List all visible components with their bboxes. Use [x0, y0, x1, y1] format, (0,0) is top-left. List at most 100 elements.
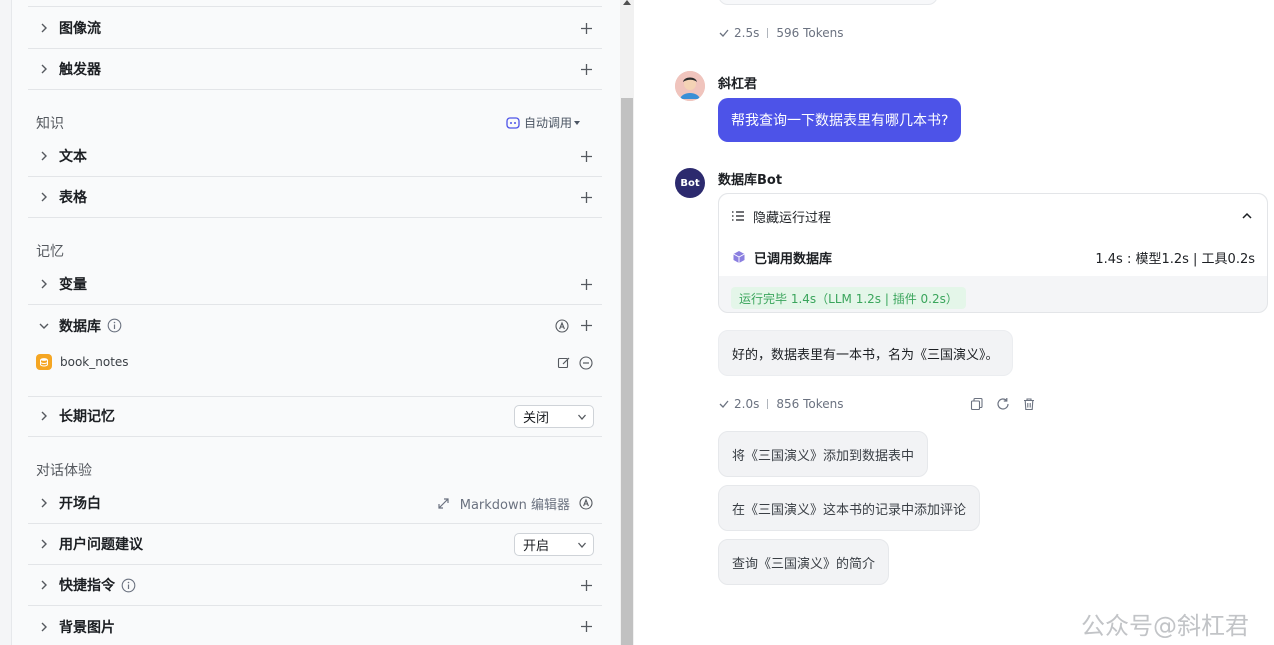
database-icon [36, 354, 52, 370]
auto-call-label: 自动调用 [523, 116, 572, 130]
refresh-icon[interactable] [996, 397, 1010, 411]
left-gutter [0, 0, 12, 645]
auto-mode-icon[interactable] [554, 318, 570, 334]
chevron-right-icon [36, 148, 52, 164]
previous-message-bubble [718, 0, 938, 5]
plus-icon[interactable] [578, 20, 594, 36]
row-background-image[interactable]: 背景图片 [28, 606, 602, 645]
chevron-right-icon [36, 20, 52, 36]
scrollbar-thumb[interactable] [621, 98, 633, 645]
bot-avatar[interactable]: Bot [675, 168, 705, 198]
chevron-right-icon [36, 536, 52, 552]
database-call-timing: 1.4s : 模型1.2s | 工具0.2s [1095, 251, 1255, 267]
bot-reply-meta: 2.0s 856 Tokens [718, 397, 843, 411]
row-database[interactable]: 数据库 [28, 305, 602, 346]
response-time: 2.0s [734, 397, 760, 411]
select-value: 开启 [523, 538, 550, 554]
run-process-toggle[interactable]: 隐藏运行过程 [719, 194, 1267, 238]
database-call-label: 已调用数据库 [754, 251, 833, 267]
token-count: 856 Tokens [776, 397, 844, 411]
row-label: 快捷指令 [59, 578, 115, 594]
suggestion-chip[interactable]: 查询《三国演义》的简介 [718, 539, 890, 585]
database-item-name: book_notes [60, 355, 129, 369]
chevron-right-icon [36, 495, 52, 511]
expand-icon [438, 497, 449, 509]
plus-icon[interactable] [578, 189, 594, 205]
token-count: 596 Tokens [776, 26, 844, 40]
auto-call-dropdown[interactable]: 自动调用 [506, 114, 580, 131]
row-label: 用户问题建议 [59, 537, 143, 553]
plus-icon[interactable] [578, 148, 594, 164]
row-label: 表格 [59, 190, 87, 206]
row-trigger[interactable]: 触发器 [28, 49, 602, 90]
scroll-up-arrow-icon[interactable] [623, 0, 631, 5]
plus-icon[interactable] [578, 577, 594, 593]
row-variable[interactable]: 变量 [28, 264, 602, 305]
bot-name: 数据库Bot [718, 173, 783, 188]
row-shortcut[interactable]: 快捷指令 [28, 565, 602, 606]
caret-down-icon [574, 120, 580, 125]
user-question-suggestion-select[interactable]: 开启 [514, 532, 594, 556]
user-avatar[interactable] [675, 71, 705, 101]
auto-mode-icon[interactable] [578, 495, 594, 511]
select-value: 关闭 [523, 410, 550, 426]
bot-reply-bubble: 好的，数据表里有一本书，名为《三国演义》。 [718, 330, 1013, 376]
chevron-down-icon [578, 414, 586, 420]
copy-icon[interactable] [970, 397, 984, 411]
plus-icon[interactable] [578, 276, 594, 292]
section-dialog-experience: 对话体验 [36, 463, 92, 479]
database-call-row[interactable]: 已调用数据库 1.4s : 模型1.2s | 工具0.2s [719, 238, 1267, 276]
row-long-term-memory[interactable]: 长期记忆 关闭 [28, 396, 602, 437]
trash-icon[interactable] [1022, 397, 1036, 411]
run-process-card: 隐藏运行过程 已调用数据库 1.4s : 模型1.2s | 工具0.2s 运行完… [718, 193, 1268, 313]
check-icon [719, 400, 729, 408]
chevron-right-icon [36, 61, 52, 77]
section-memory: 记忆 [36, 244, 64, 260]
row-label: 触发器 [59, 62, 101, 78]
row-image-flow[interactable]: 图像流 [28, 8, 602, 49]
info-icon[interactable] [107, 318, 122, 333]
row-table[interactable]: 表格 [28, 177, 602, 218]
bot-avatar-text: Bot [680, 177, 700, 189]
meta-separator [767, 399, 769, 409]
user-message-bubble: 帮我查询一下数据表里有哪几本书? [718, 98, 962, 142]
section-knowledge: 知识 [36, 116, 64, 132]
watermark: 公众号@斜杠君 [1081, 612, 1249, 640]
run-process-toggle-label: 隐藏运行过程 [753, 210, 832, 226]
chevron-down-icon [578, 542, 586, 548]
chevron-right-icon [36, 189, 52, 205]
run-complete-badge: 运行完毕 1.4s（LLM 1.2s | 插件 0.2s） [731, 287, 966, 309]
remove-icon[interactable] [578, 355, 594, 371]
row-label: 背景图片 [59, 619, 115, 636]
response-time: 2.5s [734, 26, 760, 40]
user-name: 斜杠君 [718, 77, 758, 92]
long-term-memory-select[interactable]: 关闭 [514, 404, 594, 428]
database-item-row[interactable]: book_notes [28, 345, 602, 397]
chevron-right-icon [36, 619, 52, 635]
row-user-question-suggestion[interactable]: 用户问题建议 开启 [28, 524, 602, 565]
info-icon[interactable] [121, 578, 136, 593]
chevron-right-icon [36, 408, 52, 424]
check-icon [719, 29, 729, 37]
suggestion-chip[interactable]: 在《三国演义》这本书的记录中添加评论 [718, 485, 981, 531]
suggestion-chip[interactable]: 将《三国演义》添加到数据表中 [718, 431, 929, 477]
row-label: 文本 [59, 149, 87, 165]
plus-icon[interactable] [578, 318, 594, 334]
row-text[interactable]: 文本 [28, 136, 602, 177]
row-opening[interactable]: 开场白 Markdown 编辑器 [28, 483, 602, 524]
row-label: 开场白 [59, 496, 101, 512]
plus-icon[interactable] [578, 61, 594, 77]
auto-icon [506, 116, 520, 129]
edit-icon[interactable] [556, 355, 572, 371]
list-icon [732, 211, 744, 221]
row-label: 变量 [59, 277, 87, 293]
previous-message-meta: 2.5s 596 Tokens [718, 26, 843, 40]
prev-row [28, 0, 602, 7]
cube-icon [733, 251, 745, 263]
row-label: 长期记忆 [59, 409, 115, 425]
plus-icon[interactable] [578, 619, 594, 635]
markdown-editor-button[interactable]: Markdown 编辑器 [437, 494, 570, 513]
meta-separator [767, 28, 769, 38]
row-label: 图像流 [59, 21, 101, 37]
chevron-right-icon [36, 276, 52, 292]
